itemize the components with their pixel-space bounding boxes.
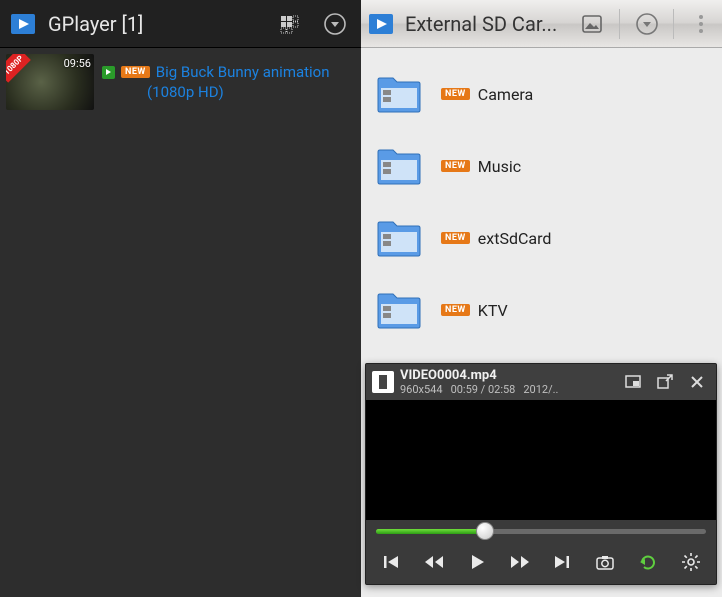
mini-player-resolution: 960x544 [400, 383, 443, 396]
mini-player[interactable]: VIDEO0004.mp4 960x544 00:59 / 02:58 2012… [365, 363, 717, 585]
mini-player-progress[interactable] [366, 520, 716, 542]
resolution-badge: 1080P [6, 54, 31, 83]
mini-player-header[interactable]: VIDEO0004.mp4 960x544 00:59 / 02:58 2012… [366, 364, 716, 400]
mini-player-date: 2012/.. [523, 383, 558, 396]
pip-icon[interactable] [620, 369, 646, 395]
new-badge: NEW [441, 160, 470, 172]
overflow-menu-icon[interactable] [686, 6, 716, 42]
close-icon[interactable] [684, 369, 710, 395]
grid-view-icon[interactable] [271, 6, 307, 42]
progress-fill [376, 529, 485, 534]
folder-icon [375, 74, 423, 114]
settings-icon[interactable] [676, 548, 706, 576]
previous-button[interactable] [376, 548, 406, 576]
folder-item-camera[interactable]: NEW Camera [361, 58, 722, 130]
video-text: NEW Big Buck Bunny animation (1080p HD) [102, 54, 330, 110]
left-panel: GPlayer [1] 1080P 09:56 NEW Big Buck Bun… [0, 0, 361, 597]
progress-track[interactable] [376, 529, 706, 534]
right-topbar: External SD Car... [361, 0, 722, 48]
folder-label: Music [478, 157, 521, 176]
camera-icon[interactable] [590, 548, 620, 576]
play-button[interactable] [462, 548, 492, 576]
left-topbar: GPlayer [1] [0, 0, 361, 48]
video-duration: 09:56 [64, 57, 91, 70]
dropdown-icon[interactable] [317, 6, 353, 42]
app-title: GPlayer [1] [48, 12, 143, 36]
folder-icon [375, 146, 423, 186]
folder-label: Camera [478, 85, 533, 104]
folder-icon [375, 290, 423, 330]
new-badge: NEW [121, 66, 150, 78]
video-title-line2: (1080p HD) [147, 83, 330, 101]
app-icon [8, 9, 38, 39]
video-title-line1: Big Buck Bunny animation [156, 63, 330, 81]
mini-player-title: VIDEO0004.mp4 [400, 368, 614, 383]
folder-label: extSdCard [478, 229, 552, 248]
folder-item-ktv[interactable]: NEW KTV [361, 274, 722, 346]
breadcrumb-title[interactable]: External SD Car... [405, 12, 557, 36]
fast-forward-button[interactable] [505, 548, 535, 576]
folder-item-music[interactable]: NEW Music [361, 130, 722, 202]
folder-item-extsdcard[interactable]: NEW extSdCard [361, 202, 722, 274]
play-icon [102, 66, 115, 79]
mini-player-video-area[interactable] [366, 400, 716, 520]
rewind-button[interactable] [419, 548, 449, 576]
new-badge: NEW [441, 232, 470, 244]
right-panel: External SD Car... NEW Camera [361, 0, 722, 597]
video-item[interactable]: 1080P 09:56 NEW Big Buck Bunny animation… [0, 48, 361, 116]
next-button[interactable] [547, 548, 577, 576]
repeat-icon[interactable] [633, 548, 663, 576]
mini-player-time: 00:59 / 02:58 [451, 383, 516, 396]
video-thumbnail: 1080P 09:56 [6, 54, 94, 110]
dropdown-icon[interactable] [632, 6, 662, 42]
app-icon [367, 9, 395, 39]
new-badge: NEW [441, 88, 470, 100]
mini-player-titleblock: VIDEO0004.mp4 960x544 00:59 / 02:58 2012… [400, 368, 614, 396]
folder-label: KTV [478, 301, 508, 320]
mini-player-controls [366, 542, 716, 584]
folder-icon [375, 218, 423, 258]
popout-icon[interactable] [652, 369, 678, 395]
progress-handle[interactable] [476, 522, 494, 540]
new-badge: NEW [441, 304, 470, 316]
video-file-icon [372, 371, 394, 393]
image-icon[interactable] [577, 6, 607, 42]
